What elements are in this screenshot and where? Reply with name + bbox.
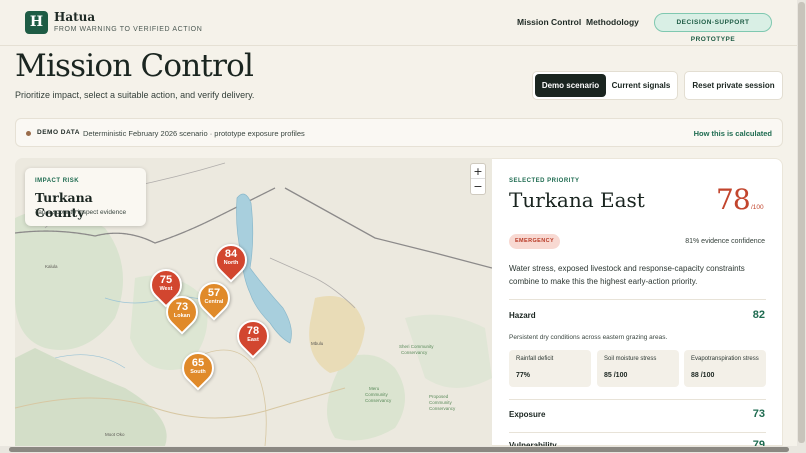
divider xyxy=(509,432,766,433)
horizontal-scrollbar[interactable] xyxy=(0,446,797,453)
place-label: Conservancy xyxy=(401,350,428,355)
priority-summary: Water stress, exposed livestock and resp… xyxy=(509,264,745,286)
pin-score: 84 xyxy=(224,248,238,260)
selected-priority-panel: SELECTED PRIORITY Turkana East 78 /100 E… xyxy=(492,158,783,451)
pin-name: West xyxy=(159,286,173,292)
hazard-label[interactable]: Hazard xyxy=(509,311,536,320)
place-label: Proposed xyxy=(429,394,449,399)
place-label: Kalula xyxy=(45,264,58,269)
page-title: Mission Control xyxy=(15,48,254,84)
zoom-out-button[interactable]: − xyxy=(471,179,485,194)
emergency-badge: EMERGENCY xyxy=(509,234,560,249)
hatua-logo[interactable]: H xyxy=(25,11,48,34)
demo-data-bar: DEMO DATA Deterministic February 2026 sc… xyxy=(15,118,783,147)
pin-label: 78 East xyxy=(237,325,269,344)
pin-score: 65 xyxy=(191,357,205,369)
demo-data-label: DEMO DATA xyxy=(37,129,80,136)
evidence-confidence: 81% evidence confidence xyxy=(685,238,765,245)
current-signals-button[interactable]: Current signals xyxy=(606,74,676,97)
status-dot-icon xyxy=(26,131,31,136)
nav-mission-control[interactable]: Mission Control xyxy=(517,17,581,27)
sub-metric-value: 85 /100 xyxy=(604,372,628,379)
place-label: Conservancy xyxy=(365,398,392,403)
pin-name: Lokan xyxy=(173,313,191,319)
pin-name: North xyxy=(223,260,239,266)
place-label: Mbulu xyxy=(311,341,324,346)
rainfall-deficit-card: Rainfall deficit 77% xyxy=(509,350,591,387)
pin-score: 78 xyxy=(246,325,260,337)
scrollbar-thumb[interactable] xyxy=(798,2,805,443)
pin-label: 73 Lokan xyxy=(166,301,198,320)
nav-methodology[interactable]: Methodology xyxy=(586,17,639,27)
impact-risk-card: IMPACT RISK Turkana County Tap a score t… xyxy=(25,168,146,226)
place-label: Conservancy xyxy=(429,406,456,411)
evapotranspiration-card: Evapotranspiration stress 88 /100 xyxy=(684,350,766,387)
place-label: Meru xyxy=(369,386,380,391)
sub-metric-label: Evapotranspiration stress xyxy=(691,356,759,362)
pin-label: 75 West xyxy=(150,274,182,293)
exposure-label[interactable]: Exposure xyxy=(509,410,545,419)
scrollbar-thumb[interactable] xyxy=(9,447,789,452)
map-hint: Tap a score to inspect evidence xyxy=(35,209,127,216)
pin-name: South xyxy=(190,369,206,375)
divider xyxy=(509,299,766,300)
priority-score: 78 xyxy=(716,183,751,216)
pin-name: East xyxy=(247,337,259,343)
pin-name: Central xyxy=(204,299,224,305)
impact-map[interactable]: Sheri Community Conservancy Mbulu Propos… xyxy=(15,158,492,446)
place-label: Moot Oko xyxy=(105,432,125,437)
pin-score: 73 xyxy=(175,301,189,313)
top-bar: H Hatua FROM WARNING TO VERIFIED ACTION … xyxy=(0,0,806,46)
sub-metric-label: Soil moisture stress xyxy=(604,356,657,362)
hazard-value: 82 xyxy=(752,309,765,321)
demo-scenario-button[interactable]: Demo scenario xyxy=(535,74,606,97)
brand-name[interactable]: Hatua xyxy=(54,10,95,24)
zoom-in-button[interactable]: + xyxy=(471,164,485,179)
pin-label: 57 Central xyxy=(198,287,230,306)
sub-metric-label: Rainfall deficit xyxy=(516,356,554,362)
exposure-value: 73 xyxy=(752,408,765,420)
selected-priority-label: SELECTED PRIORITY xyxy=(509,178,580,184)
pin-score: 75 xyxy=(159,274,173,286)
demo-data-text: Deterministic February 2026 scenario · p… xyxy=(83,129,305,138)
reset-session-button[interactable]: Reset private session xyxy=(684,71,783,100)
brand-tagline: FROM WARNING TO VERIFIED ACTION xyxy=(54,26,203,33)
scenario-toggle: Demo scenario Current signals xyxy=(532,71,678,100)
sub-metric-value: 88 /100 xyxy=(691,372,715,379)
priority-score-max: /100 xyxy=(751,204,764,211)
vertical-scrollbar[interactable] xyxy=(797,0,806,453)
pin-label: 65 South xyxy=(182,357,214,376)
zoom-control: + − xyxy=(470,163,486,195)
sub-metric-value: 77% xyxy=(516,372,531,379)
divider xyxy=(509,399,766,400)
hazard-description: Persistent dry conditions across eastern… xyxy=(509,334,668,341)
impact-risk-label: IMPACT RISK xyxy=(35,178,80,184)
place-label: Sheri Community xyxy=(399,344,434,349)
page-subtitle: Prioritize impact, select a suitable act… xyxy=(15,90,255,100)
pin-label: 84 North xyxy=(215,248,247,267)
place-label: Community xyxy=(429,400,453,405)
pin-score: 57 xyxy=(207,287,221,299)
selected-area-name: Turkana East xyxy=(509,188,645,212)
prototype-badge: DECISION-SUPPORT PROTOTYPE xyxy=(654,13,772,43)
how-calculated-link[interactable]: How this is calculated xyxy=(694,129,772,138)
soil-moisture-card: Soil moisture stress 85 /100 xyxy=(597,350,679,387)
place-label: Community xyxy=(365,392,389,397)
